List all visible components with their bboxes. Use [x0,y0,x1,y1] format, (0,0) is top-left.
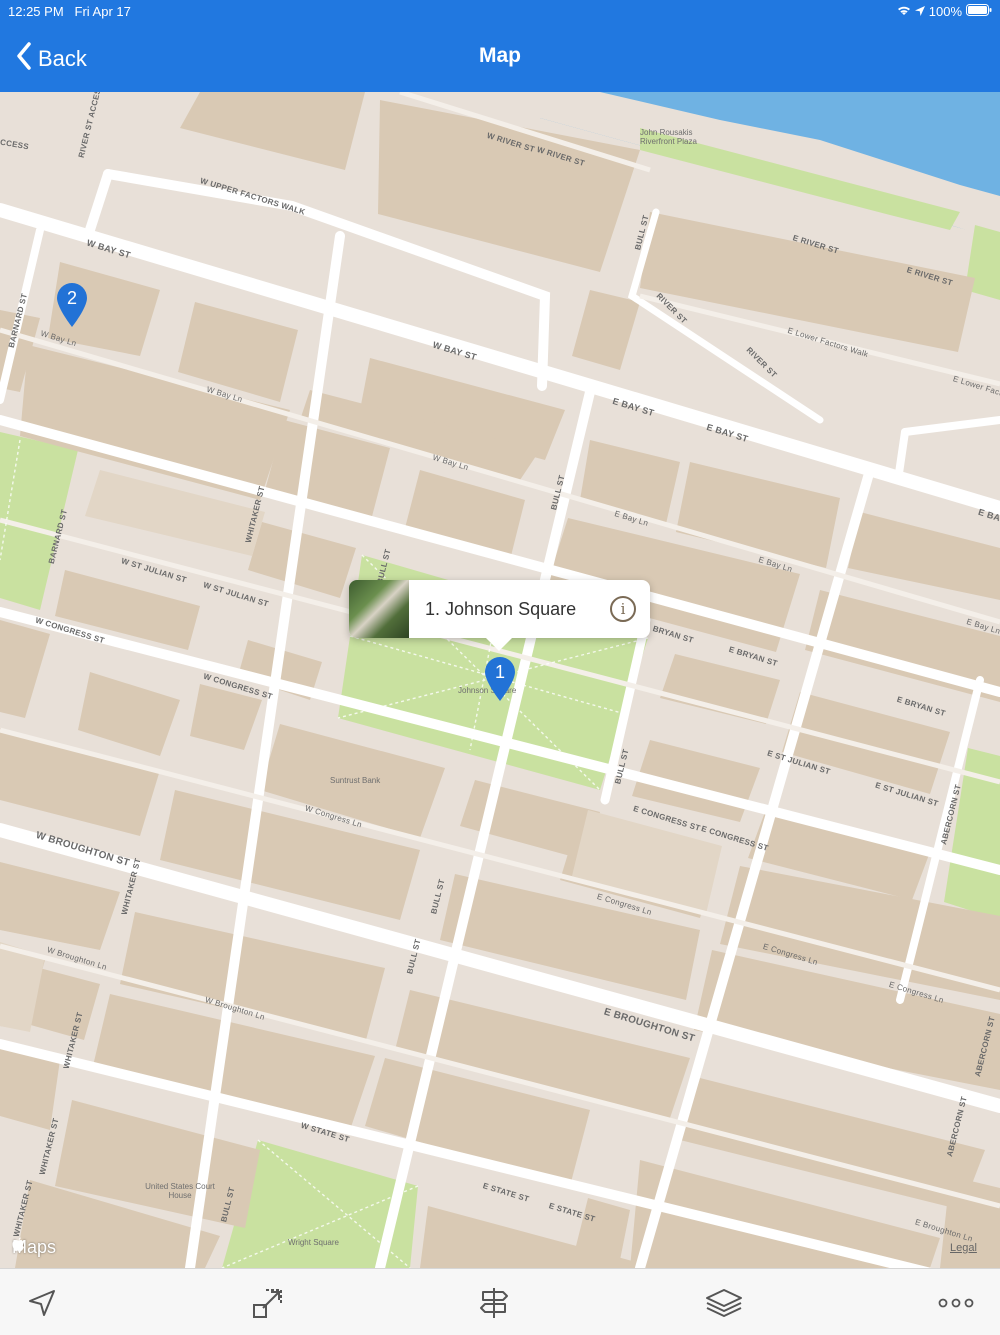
callout-title: 1. Johnson Square [425,598,577,619]
directions-sign-icon [480,1288,508,1318]
status-date: Fri Apr 17 [74,4,131,19]
page-title: Map [479,44,521,67]
poi-label: Suntrust Bank [330,776,381,785]
directions-button[interactable] [474,1283,514,1323]
poi-label: John Rousakis Riverfront Plaza [640,128,697,146]
location-callout[interactable]: 1. Johnson Square i [349,580,650,638]
layers-icon [706,1289,742,1317]
poi-label: Wright Square [288,1238,339,1247]
zoom-extent-button[interactable] [248,1283,288,1323]
status-right: 100% [897,4,992,19]
status-bar: 12:25 PM Fri Apr 17 100% [0,0,1000,22]
battery-percent: 100% [928,4,962,19]
map-pin-2[interactable]: 2 [56,282,88,328]
battery-icon [966,4,992,19]
nav-bar: Back Map [0,22,1000,92]
more-button[interactable] [936,1283,976,1323]
location-thumbnail [349,580,409,638]
pin-number: 2 [66,288,77,308]
location-arrow-button[interactable] [22,1283,62,1323]
callout-pointer [485,637,513,651]
location-services-icon [914,4,925,19]
more-icon [938,1298,974,1308]
zoom-extent-icon [253,1289,282,1318]
status-time-date: 12:25 PM Fri Apr 17 [8,4,131,19]
poi-label: United States Court House [145,1182,215,1200]
bottom-toolbar [0,1268,1000,1335]
map-pin-1[interactable]: 1 [484,656,516,702]
status-time: 12:25 PM [8,4,64,19]
location-arrow-icon [29,1290,55,1316]
top-bar: 12:25 PM Fri Apr 17 100% Back Map [0,0,1000,92]
info-icon[interactable]: i [610,596,636,622]
map-view[interactable]: W BAY ST W BAY ST E BAY ST E BAY ST E BA… [0,92,1000,1268]
legal-link[interactable]: Legal [950,1242,977,1254]
apple-maps-logo: Maps [12,1237,56,1258]
pin-number: 1 [494,662,505,682]
layers-button[interactable] [704,1283,744,1323]
wifi-icon [897,4,911,19]
